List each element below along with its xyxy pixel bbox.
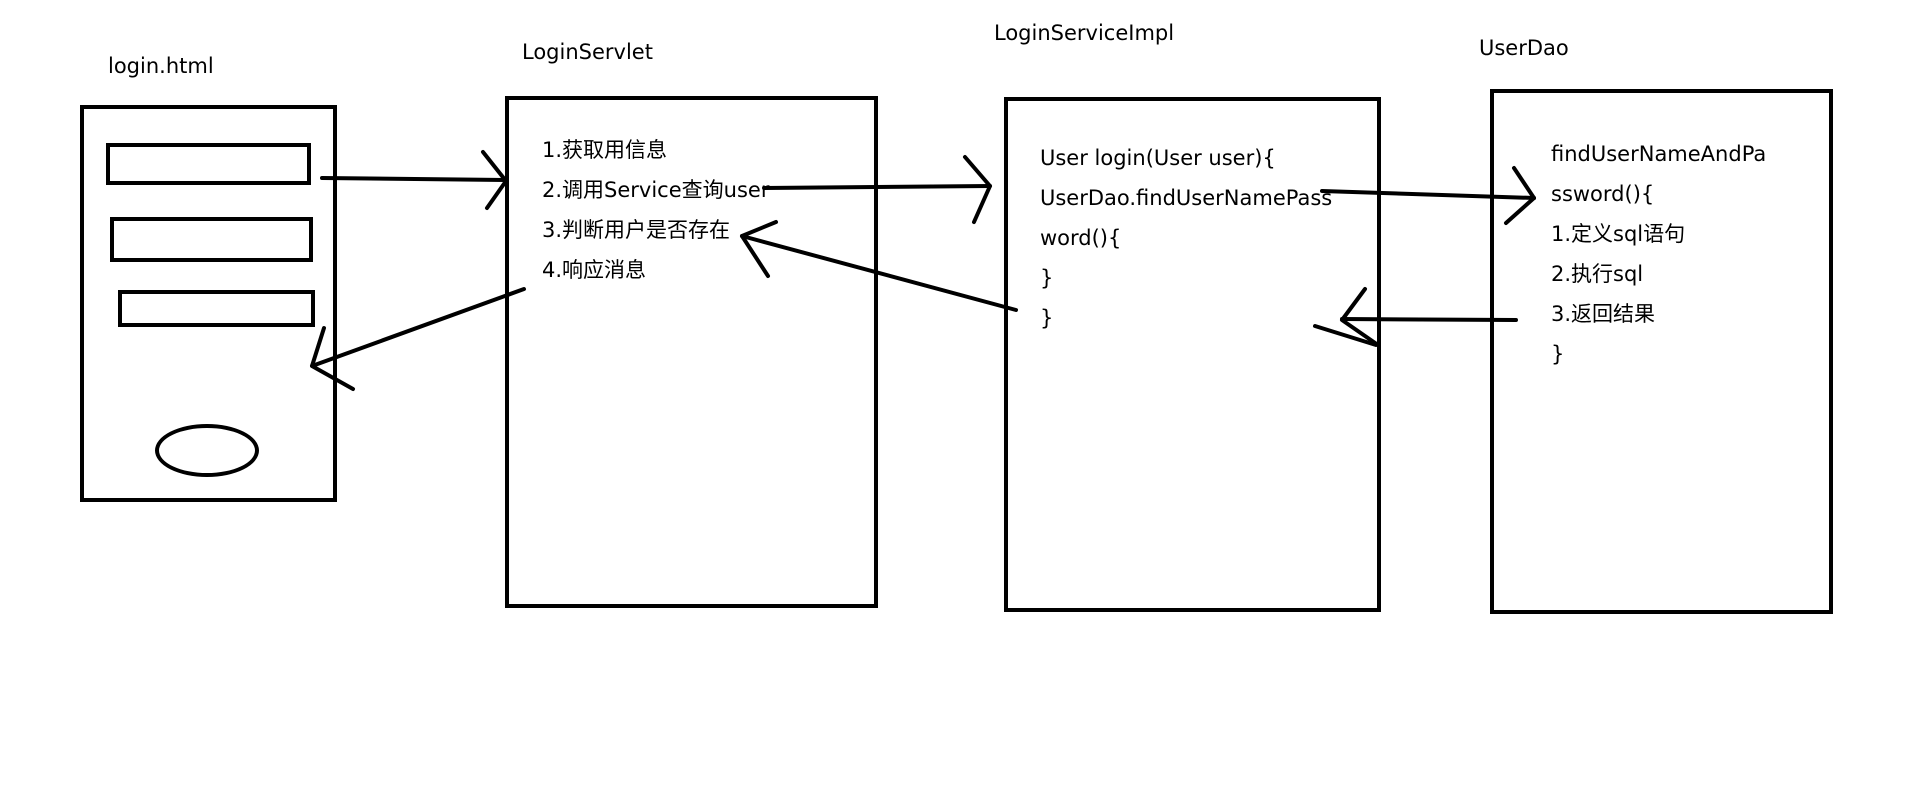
- arrow-servlet-to-login: [310, 287, 526, 391]
- arrow-service-to-dao: [1320, 166, 1536, 225]
- flow-arrows: [310, 150, 1536, 391]
- arrow-login-to-servlet: [320, 150, 508, 210]
- arrow-dao-to-service: [1313, 287, 1518, 347]
- arrow-servlet-to-service: [762, 155, 992, 224]
- arrow-service-to-servlet: [740, 220, 1018, 312]
